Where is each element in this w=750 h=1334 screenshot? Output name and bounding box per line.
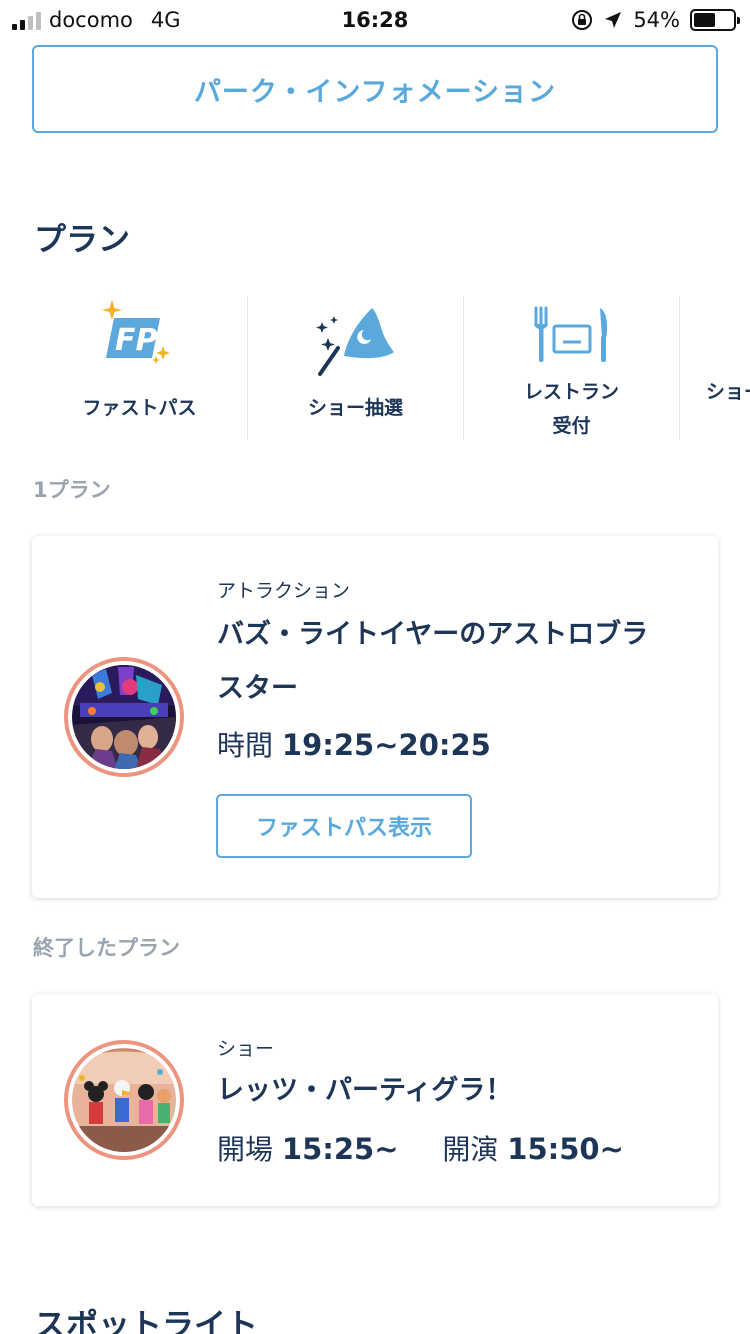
open-label: 開場 <box>217 1133 274 1166</box>
battery-fill <box>694 13 715 27</box>
show-photo <box>72 1048 176 1152</box>
location-arrow-icon <box>605 12 622 28</box>
status-right: 54% <box>571 8 740 32</box>
show-fastpass-button[interactable]: ファストパス表示 <box>216 794 472 858</box>
open-value: 15:25~ <box>281 1132 399 1166</box>
battery-icon <box>690 9 740 31</box>
plan-title: バズ・ライトイヤーのアストロブラスター <box>217 619 649 704</box>
plan-title: レッツ・パーティグラ！ <box>217 1075 513 1106</box>
plan-time-row: 時間 19:25~20:25 <box>217 724 491 764</box>
park-information-button[interactable]: パーク・インフォメーション <box>32 45 718 133</box>
show-value: 15:50~ <box>507 1132 624 1166</box>
active-plan-card[interactable]: アトラクション バズ・ライトイヤーのアストロブラスター 時間 19:25~20:… <box>32 536 718 898</box>
time-value: 19:25~20:25 <box>281 728 491 762</box>
plan-menu-label: ショー <box>706 381 750 403</box>
plan-menu-show[interactable]: ショー <box>680 296 750 440</box>
plan-menu-label: ショー抽選 <box>307 397 403 419</box>
svg-text:FP: FP <box>115 323 157 358</box>
restaurant-icon <box>530 298 614 374</box>
status-bar: docomo 4G 16:28 54% <box>0 0 750 42</box>
plan-menu-label-line2: 受付 <box>552 415 591 437</box>
show-label: 開演 <box>442 1133 499 1166</box>
finished-plans-label: 終了したプラン <box>33 936 180 960</box>
attraction-thumbnail <box>64 657 184 777</box>
show-thumbnail <box>64 1040 184 1160</box>
orientation-lock-icon <box>572 10 593 30</box>
spotlight-section-title: スポットライト <box>34 1306 259 1334</box>
plan-time-row: 開場 15:25~ 開演 15:50~ <box>217 1128 624 1168</box>
plan-menu: FP ファストパス ショー抽選 レストラン 受付 ショ <box>32 296 750 440</box>
attraction-photo <box>72 665 176 769</box>
finished-plan-card[interactable]: ショー レッツ・パーティグラ！ 開場 15:25~ 開演 15:50~ <box>32 994 718 1206</box>
plan-menu-show-lottery[interactable]: ショー抽選 <box>248 296 464 440</box>
plan-section-title: プラン <box>34 220 131 258</box>
plan-menu-label: ファストパス <box>82 397 197 419</box>
time-label: 時間 <box>217 729 274 762</box>
wizard-hat-icon <box>314 298 398 378</box>
plan-menu-restaurant[interactable]: レストラン 受付 <box>464 296 680 440</box>
plan-menu-fastpass[interactable]: FP ファストパス <box>32 296 248 440</box>
plan-category: ショー <box>217 1038 275 1060</box>
plan-category: アトラクション <box>217 580 351 602</box>
fastpass-icon: FP <box>98 298 182 378</box>
battery-percent: 54% <box>633 8 680 32</box>
plan-count-label: 1プラン <box>33 478 111 502</box>
plan-menu-label-line1: レストラン <box>523 381 619 403</box>
